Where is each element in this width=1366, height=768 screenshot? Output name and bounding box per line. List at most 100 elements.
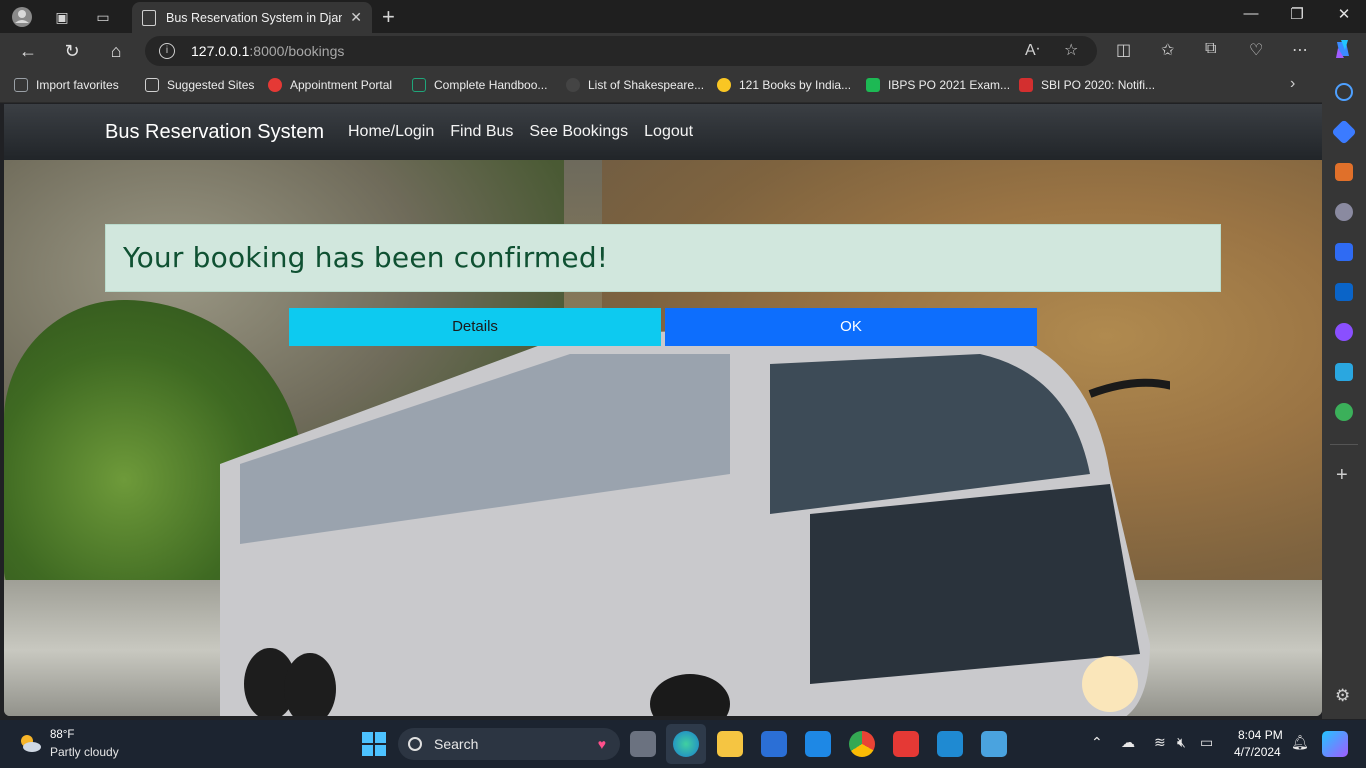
sidebar-divider (1330, 444, 1358, 445)
appointment-icon (268, 78, 282, 92)
favorite-item[interactable]: Import favorites (14, 78, 119, 92)
site-brand[interactable]: Bus Reservation System (105, 121, 324, 144)
games-icon[interactable] (1335, 203, 1353, 221)
clock-date[interactable]: 4/7/2024 (1234, 745, 1281, 759)
favorite-item[interactable]: List of Shakespeare... (566, 78, 704, 92)
browser-toolbar: ← ↻ ⌂ i 127.0.0.1:8000/bookings Aᐧ ☆ ◫ ✩… (0, 33, 1366, 69)
microsoft-store-icon[interactable] (761, 731, 787, 757)
details-button[interactable]: Details (289, 308, 661, 346)
battery-icon[interactable]: ▭ (1200, 734, 1213, 751)
favorite-item[interactable]: IBPS PO 2021 Exam... (866, 78, 1010, 92)
split-screen-icon[interactable]: ◫ (1116, 40, 1131, 60)
weather-temperature[interactable]: 88°F (50, 729, 74, 741)
read-aloud-icon[interactable]: Aᐧ (1025, 40, 1040, 60)
search-highlight-icon: ♥ (597, 736, 606, 752)
back-icon[interactable]: ← (15, 39, 41, 63)
site-navbar: Bus Reservation System Home/Login Find B… (4, 104, 1322, 160)
favorite-star-icon[interactable]: ☆ (1064, 40, 1078, 60)
address-bar[interactable]: i 127.0.0.1:8000/bookings (145, 36, 1097, 66)
designer-icon[interactable] (1335, 323, 1353, 341)
tools-icon[interactable] (1335, 163, 1353, 181)
favorites-icon[interactable]: ✩ (1161, 40, 1174, 60)
favorite-label: Complete Handboo... (434, 78, 548, 92)
favorite-label: IBPS PO 2021 Exam... (888, 78, 1011, 92)
add-icon[interactable]: + (1336, 464, 1348, 487)
favorite-label: List of Shakespeare... (588, 78, 705, 92)
onedrive-icon[interactable]: ☁ (1121, 734, 1135, 751)
site-info-icon[interactable]: i (159, 43, 175, 59)
taskbar-search[interactable]: Search ♥ (398, 728, 620, 760)
hero-background: Your booking has been confirmed! Details… (4, 160, 1322, 716)
booking-confirmed-alert: Your booking has been confirmed! (105, 224, 1221, 292)
mail-icon[interactable] (805, 731, 831, 757)
favorite-item[interactable]: 121 Books by India... (717, 78, 851, 92)
nav-see-bookings[interactable]: See Bookings (529, 123, 628, 141)
sbi-icon (1019, 78, 1033, 92)
collections-icon[interactable]: ⧉ (1205, 40, 1216, 58)
refresh-icon[interactable]: ↻ (59, 39, 85, 63)
wifi-icon[interactable]: ≋ (1154, 734, 1166, 751)
wps-office-icon[interactable] (893, 731, 919, 757)
browser-title-bar: ▣ ▭ Bus Reservation System in Djang ✕ + … (0, 0, 1366, 33)
ok-button[interactable]: OK (665, 308, 1037, 346)
favorite-label: Suggested Sites (167, 78, 255, 92)
clock-time[interactable]: 8:04 PM (1238, 728, 1283, 742)
drop-icon[interactable] (1335, 363, 1353, 381)
favorite-item[interactable]: SBI PO 2020: Notifi... (1019, 78, 1155, 92)
ibps-icon (866, 78, 880, 92)
favorites-bar: Import favorites Suggested Sites Appoint… (0, 69, 1366, 103)
chevron-up-icon[interactable]: ⌃ (1091, 734, 1103, 751)
chevron-right-icon[interactable]: › (1290, 75, 1295, 93)
favorite-item[interactable]: Suggested Sites (145, 78, 254, 92)
weather-description[interactable]: Partly cloudy (50, 745, 119, 759)
minimize-button[interactable]: — (1236, 5, 1266, 22)
file-explorer-icon[interactable] (717, 731, 743, 757)
shopping-tag-icon[interactable] (1331, 119, 1357, 145)
task-view-icon[interactable] (630, 731, 656, 757)
site-icon (566, 78, 580, 92)
web-page: Bus Reservation System Home/Login Find B… (4, 104, 1322, 716)
profile-icon[interactable] (11, 6, 33, 28)
favorite-label: 121 Books by India... (739, 78, 852, 92)
handbook-icon (412, 78, 426, 92)
workspaces-icon[interactable]: ▣ (51, 6, 73, 28)
settings-gear-icon[interactable]: ⚙ (1335, 686, 1350, 706)
favorite-item[interactable]: Complete Handboo... (412, 78, 547, 92)
page-icon (142, 9, 156, 26)
tree-icon[interactable] (1335, 403, 1353, 421)
home-icon[interactable]: ⌂ (103, 39, 129, 63)
windows-start-icon[interactable] (362, 732, 386, 756)
nav-find-bus[interactable]: Find Bus (450, 123, 513, 141)
close-tab-icon[interactable]: ✕ (350, 9, 362, 26)
nav-home-login[interactable]: Home/Login (348, 123, 434, 141)
new-tab-button[interactable]: + (382, 4, 395, 30)
favorite-label: SBI PO 2020: Notifi... (1041, 78, 1156, 92)
browser-essentials-icon[interactable]: ♡ (1249, 40, 1263, 60)
alert-message: Your booking has been confirmed! (123, 241, 609, 274)
vscode-icon[interactable] (937, 731, 963, 757)
copilot-taskbar-icon[interactable] (1322, 731, 1348, 757)
tab-active[interactable]: Bus Reservation System in Djang ✕ (132, 2, 372, 33)
windows-taskbar: 88°F Partly cloudy Search ♥ ⌃ ☁ ≋ 🔇︎ ▭ 8… (0, 720, 1366, 768)
restore-button[interactable]: ❐ (1282, 5, 1312, 23)
page-icon (145, 78, 159, 92)
search-icon (408, 737, 422, 751)
favorite-item[interactable]: Appointment Portal (268, 78, 392, 92)
microsoft-365-icon[interactable] (1335, 243, 1353, 261)
outlook-icon[interactable] (1335, 283, 1353, 301)
close-window-button[interactable]: ✕ (1329, 5, 1359, 23)
tab-title: Bus Reservation System in Djang (166, 10, 343, 25)
volume-muted-icon[interactable]: 🔇︎ (1177, 734, 1186, 751)
nav-logout[interactable]: Logout (644, 123, 693, 141)
notepad-icon[interactable] (981, 731, 1007, 757)
tab-actions-icon[interactable]: ▭ (92, 6, 114, 28)
chrome-icon[interactable] (849, 731, 875, 757)
notification-bell-icon[interactable]: 🔔︎ (1291, 734, 1309, 751)
search-icon[interactable] (1335, 83, 1353, 101)
edge-browser-icon[interactable] (673, 731, 699, 757)
copilot-icon[interactable] (1332, 38, 1354, 65)
url-path: :8000/bookings (249, 43, 345, 59)
favorite-label: Appointment Portal (290, 78, 393, 92)
partly-cloudy-icon[interactable] (18, 732, 42, 754)
more-menu-icon[interactable]: ⋯ (1292, 40, 1308, 60)
